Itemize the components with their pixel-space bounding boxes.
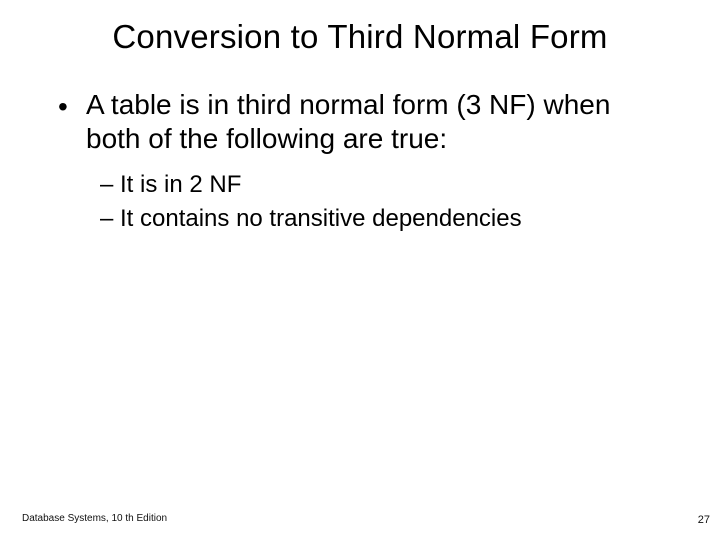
- dash-icon: –: [100, 170, 120, 200]
- sub-bullet-item: – It contains no transitive dependencies: [100, 204, 668, 234]
- slide: Conversion to Third Normal Form • A tabl…: [0, 0, 720, 540]
- sub-bullet-text: It is in 2 NF: [120, 170, 241, 200]
- sub-bullet-list: – It is in 2 NF – It contains no transit…: [100, 170, 668, 234]
- slide-body: • A table is in third normal form (3 NF)…: [58, 88, 668, 238]
- bullet-item: • A table is in third normal form (3 NF)…: [58, 88, 668, 156]
- sub-bullet-item: – It is in 2 NF: [100, 170, 668, 200]
- bullet-marker: •: [58, 88, 86, 124]
- bullet-text: A table is in third normal form (3 NF) w…: [86, 88, 668, 156]
- footer-source: Database Systems, 10 th Edition: [22, 513, 167, 524]
- page-number: 27: [698, 514, 710, 526]
- sub-bullet-text: It contains no transitive dependencies: [120, 204, 522, 234]
- slide-title: Conversion to Third Normal Form: [0, 18, 720, 56]
- dash-icon: –: [100, 204, 120, 234]
